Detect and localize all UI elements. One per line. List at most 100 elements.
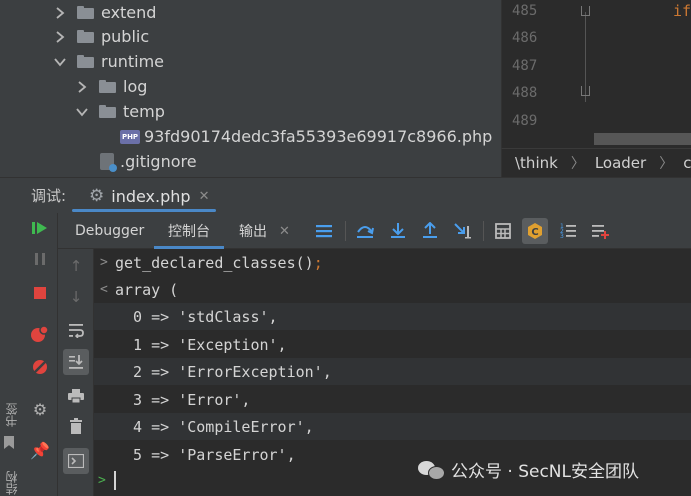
php-file-icon: PHP xyxy=(120,129,140,144)
output-prompt-icon: < xyxy=(100,282,108,297)
breakpoints-icon xyxy=(31,325,49,342)
step-out-button[interactable] xyxy=(419,220,441,242)
structure-tool-label[interactable]: 结构 xyxy=(3,471,20,495)
mute-breakpoints-icon xyxy=(32,359,48,375)
terminal-icon xyxy=(68,454,84,468)
close-icon[interactable]: ✕ xyxy=(279,224,290,239)
chevron-right-icon[interactable] xyxy=(53,30,67,44)
tree-item-public[interactable]: public xyxy=(53,24,149,49)
print-button[interactable] xyxy=(65,385,87,407)
stop-icon xyxy=(34,287,46,299)
settings-button[interactable]: ⚙ xyxy=(29,398,51,420)
breadcrumb-item[interactable]: cor xyxy=(673,154,691,172)
scroll-to-end-toggle[interactable] xyxy=(63,349,89,375)
tab-debugger[interactable]: Debugger xyxy=(75,213,144,249)
tree-item-runtime[interactable]: runtime xyxy=(53,49,164,74)
console-output-line: 0 => 'stdClass', xyxy=(94,303,691,330)
toolbar-separator xyxy=(345,221,346,241)
close-icon[interactable]: ✕ xyxy=(199,189,210,204)
console-mode-toggle[interactable]: C xyxy=(522,218,548,244)
bookmarks-tool-label[interactable]: 书签 xyxy=(3,403,20,427)
step-over-icon xyxy=(357,226,374,238)
frames-menu-button[interactable] xyxy=(313,220,335,242)
toolbar-separator xyxy=(483,221,484,241)
scroll-up-button[interactable]: ↑ xyxy=(65,255,87,277)
scroll-down-button[interactable]: ↓ xyxy=(65,286,87,308)
tree-item-php-file[interactable]: PHP 93fd90174dedc3fa55393e69917c8966.php xyxy=(120,124,492,149)
numbered-list-button[interactable]: 123 xyxy=(557,220,579,242)
console-output-text: 2 => 'ErrorException', xyxy=(115,362,332,381)
tab-label: 输出 xyxy=(239,224,267,240)
debug-tool-window-header: 调试: ⚙ index.php ✕ xyxy=(0,177,691,213)
tab-output[interactable]: 输出 ✕ xyxy=(239,213,290,249)
console-c-icon: C xyxy=(528,223,542,239)
text-cursor xyxy=(114,471,116,490)
debug-session-tab[interactable]: ⚙ index.php ✕ xyxy=(72,178,216,214)
folder-icon xyxy=(77,6,94,19)
console-output-text: 0 => 'stdClass', xyxy=(115,307,278,326)
console-output-text: 5 => 'ParseError', xyxy=(115,445,296,464)
breadcrumb-separator-icon: 〉 xyxy=(570,156,585,172)
tree-item-log[interactable]: log xyxy=(75,74,147,99)
code-keyword: if xyxy=(673,2,691,20)
line-number: 486 xyxy=(512,30,538,46)
chevron-right-icon[interactable] xyxy=(75,80,89,94)
folder-icon xyxy=(99,105,116,118)
pause-program-button[interactable] xyxy=(29,248,51,270)
tree-item-label: public xyxy=(101,27,150,46)
tab-console[interactable]: 控制台 xyxy=(154,213,224,249)
show-console-toggle[interactable] xyxy=(63,448,89,474)
debug-window-title: 调试: xyxy=(31,187,67,205)
stop-button[interactable] xyxy=(29,282,51,304)
resume-program-button[interactable] xyxy=(29,217,51,239)
add-watch-button[interactable] xyxy=(590,220,612,242)
pin-tab-button[interactable]: 📌 xyxy=(29,439,51,461)
view-breakpoints-button[interactable] xyxy=(29,323,51,345)
wechat-icon xyxy=(418,460,445,480)
code-editor[interactable]: 485 486 487 488 489 if xyxy=(501,0,691,148)
console-output-text: 1 => 'Exception', xyxy=(115,335,287,354)
resume-icon xyxy=(32,222,47,234)
console-side-toolbar: ↑ ↓ xyxy=(58,249,94,496)
add-list-icon xyxy=(592,225,609,239)
arrow-down-icon: ↓ xyxy=(69,288,83,306)
fold-marker-icon[interactable] xyxy=(581,6,590,16)
tab-label: 控制台 xyxy=(168,224,210,240)
chevron-down-icon[interactable] xyxy=(75,105,89,119)
gitignore-file-icon xyxy=(100,153,117,172)
console-input-terminator: ; xyxy=(313,253,323,272)
clear-all-button[interactable] xyxy=(65,415,87,437)
step-over-button[interactable] xyxy=(354,220,376,242)
step-into-button[interactable] xyxy=(387,220,409,242)
soft-wrap-button[interactable] xyxy=(65,319,87,341)
breadcrumb-item[interactable]: Loader xyxy=(585,154,646,172)
tree-item-extend[interactable]: extend xyxy=(53,0,156,25)
run-to-cursor-button[interactable] xyxy=(452,220,474,242)
chevron-right-icon[interactable] xyxy=(53,6,67,20)
project-tree: extend public runtime log temp PHP 93fd9… xyxy=(0,0,501,177)
breadcrumb: \think 〉 Loader 〉 cor xyxy=(501,148,691,177)
breadcrumb-item[interactable]: \think xyxy=(502,154,558,172)
fold-marker-icon[interactable] xyxy=(581,86,590,96)
scroll-to-end-icon xyxy=(69,355,83,369)
chevron-down-icon[interactable] xyxy=(53,55,67,69)
console-output-text: 3 => 'Error', xyxy=(115,390,251,409)
trash-icon xyxy=(70,418,82,434)
horizontal-scrollbar[interactable] xyxy=(594,133,691,145)
tree-item-gitignore[interactable]: .gitignore xyxy=(100,149,197,174)
mute-breakpoints-button[interactable] xyxy=(29,356,51,378)
session-tab-label: index.php xyxy=(111,186,191,206)
evaluate-expression-button[interactable] xyxy=(492,220,514,242)
hamburger-icon xyxy=(316,225,332,238)
console-input-line: > get_declared_classes(); xyxy=(94,249,691,276)
input-prompt-icon: > xyxy=(100,255,108,270)
printer-icon xyxy=(68,389,84,404)
tree-item-label: log xyxy=(123,77,148,96)
debug-config-icon: ⚙ xyxy=(89,186,105,206)
tree-item-temp[interactable]: temp xyxy=(75,99,165,124)
pin-icon: 📌 xyxy=(30,440,50,460)
pause-icon xyxy=(35,253,45,265)
tree-item-label: temp xyxy=(123,102,165,121)
numbered-list-icon: 123 xyxy=(560,223,576,240)
watermark-text: 公众号 · SecNL安全团队 xyxy=(451,462,639,482)
